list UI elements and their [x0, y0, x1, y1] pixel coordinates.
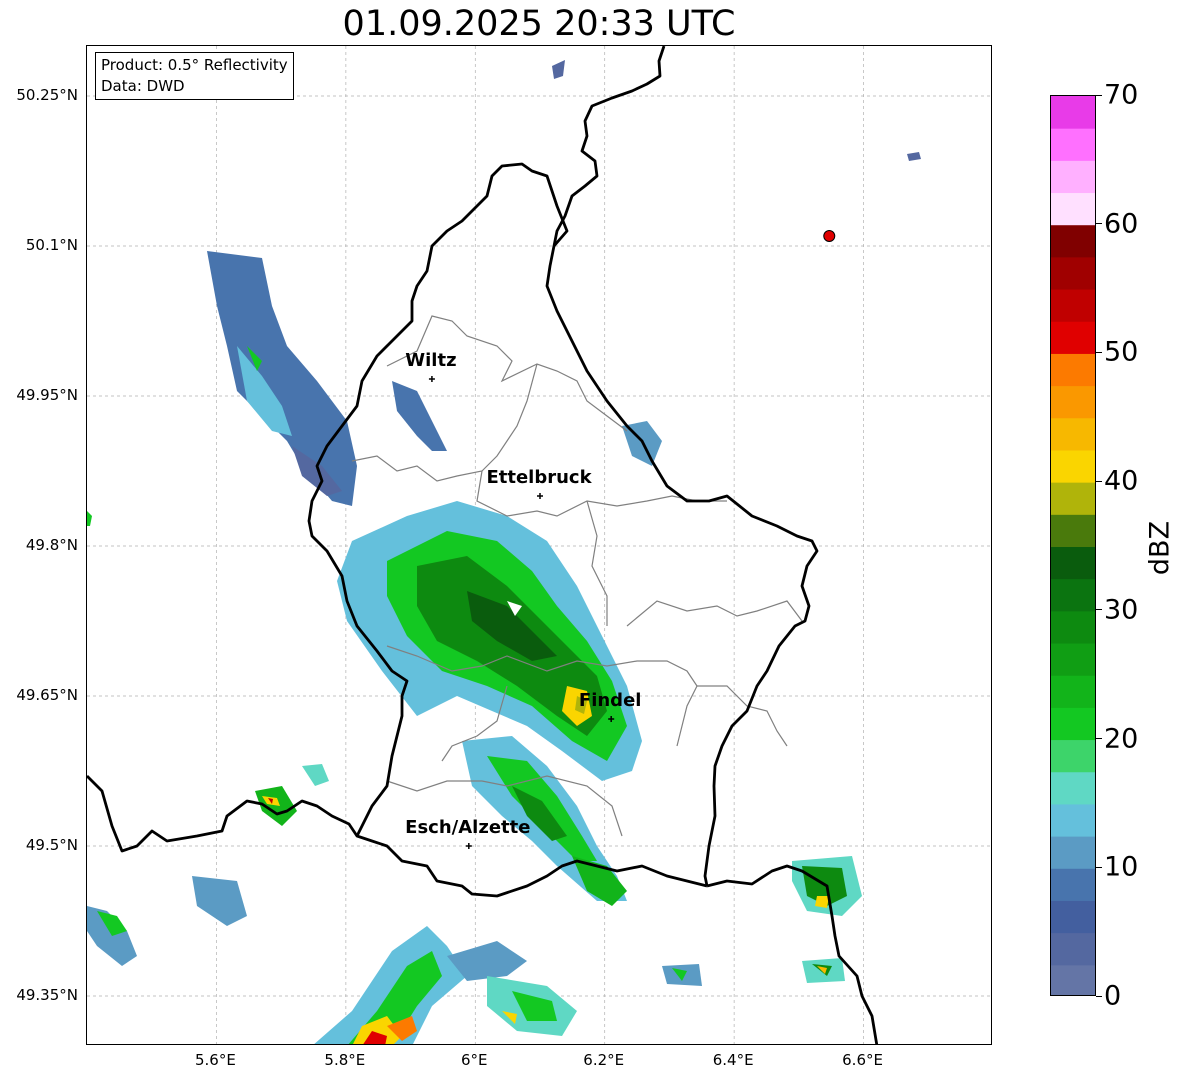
colorbar-tick-mark	[1096, 866, 1102, 868]
lat-tick-label: 50.25°N	[16, 86, 78, 104]
echo-nw-band	[207, 251, 357, 506]
colorbar-segment	[1051, 256, 1095, 290]
colorbar-tick-label: 50	[1104, 336, 1139, 368]
radar-map[interactable]	[86, 45, 992, 1045]
lat-tick-label: 49.35°N	[16, 986, 78, 1004]
lon-tick-label: 6°E	[461, 1051, 488, 1069]
colorbar-tick-label: 20	[1104, 723, 1139, 755]
lon-tick-label: 6.6°E	[842, 1051, 883, 1069]
colorbar-label: dBZ	[1144, 520, 1176, 576]
lat-tick-label: 49.5°N	[25, 836, 78, 854]
lon-tick-label: 6.2°E	[583, 1051, 625, 1069]
lat-tick-label: 50.1°N	[25, 236, 78, 254]
city-label: Ettelbruck	[486, 467, 592, 488]
colorbar-tick-label: 60	[1104, 208, 1139, 240]
city-label: Wiltz	[405, 350, 457, 371]
city-marker	[465, 843, 472, 849]
colorbar-segment	[1051, 321, 1095, 354]
colorbar-segment	[1051, 224, 1095, 258]
colorbar-segment	[1051, 160, 1095, 194]
colorbar-segment	[1051, 449, 1095, 483]
city-marker	[537, 493, 543, 499]
lon-tick-label: 6.4°E	[712, 1051, 754, 1069]
colorbar-segment	[1051, 643, 1095, 676]
colorbar-segment	[1051, 707, 1095, 741]
colorbar-segment	[1051, 128, 1095, 161]
colorbar-segment	[1051, 417, 1095, 451]
lon-tick-label: 5.6°E	[195, 1051, 236, 1069]
colorbar-segment	[1051, 964, 1095, 995]
lat-tick-label: 49.95°N	[16, 386, 78, 404]
echo-south-cluster	[314, 926, 702, 1044]
colorbar-segment	[1051, 836, 1095, 869]
radar-site-marker	[823, 230, 836, 242]
city-label: Findel	[578, 690, 642, 711]
colorbar-tick-mark	[1096, 351, 1102, 353]
colorbar-segment	[1051, 932, 1095, 966]
city-marker	[428, 376, 435, 382]
colorbar-segment	[1051, 96, 1095, 129]
colorbar-segment	[1051, 868, 1095, 901]
echo-north-speck	[552, 60, 565, 79]
colorbar-segment	[1051, 546, 1095, 580]
echo-se-cell	[792, 856, 862, 983]
product-info-box: Product: 0.5° Reflectivity Data: DWD	[95, 52, 294, 100]
lat-tick-label: 49.65°N	[16, 686, 78, 704]
map-title: 01.09.2025 20:33 UTC	[342, 4, 736, 44]
colorbar-segment	[1051, 482, 1095, 515]
colorbar-segment	[1051, 739, 1095, 773]
lat-tick-label: 49.8°N	[25, 536, 78, 554]
colorbar-tick-label: 40	[1104, 465, 1139, 497]
data-source-label: Data: DWD	[101, 77, 185, 95]
colorbar-tick-mark	[1096, 94, 1102, 96]
colorbar-tick-label: 30	[1104, 594, 1139, 626]
colorbar-segment	[1051, 578, 1095, 612]
colorbar-tick-mark	[1096, 223, 1102, 225]
colorbar-segment	[1051, 771, 1095, 805]
echo-west-cells	[87, 511, 329, 966]
echo-ne-speck	[907, 152, 921, 161]
colorbar-tick-label: 70	[1104, 79, 1139, 111]
colorbar-segment	[1051, 385, 1095, 419]
colorbar-segment	[1051, 514, 1095, 547]
colorbar-tick-mark	[1096, 995, 1102, 997]
colorbar-segment	[1051, 353, 1095, 387]
colorbar-tick-mark	[1096, 609, 1102, 611]
colorbar-segment	[1051, 192, 1095, 226]
colorbar-segment	[1051, 675, 1095, 708]
colorbar-segment	[1051, 289, 1095, 322]
city-label: Esch/Alzette	[405, 817, 531, 838]
colorbar	[1050, 95, 1096, 996]
colorbar-segment	[1051, 610, 1095, 644]
colorbar-segment	[1051, 803, 1095, 837]
product-label: Product: 0.5° Reflectivity	[101, 56, 288, 74]
colorbar-tick-mark	[1096, 480, 1102, 482]
echo-wiltz	[392, 381, 447, 451]
colorbar-tick-label: 10	[1104, 851, 1139, 883]
colorbar-tick-label: 0	[1104, 980, 1122, 1012]
radar-echoes	[87, 60, 921, 1044]
colorbar-tick-mark	[1096, 738, 1102, 740]
lon-tick-label: 5.8°E	[324, 1051, 366, 1069]
colorbar-segment	[1051, 900, 1095, 934]
